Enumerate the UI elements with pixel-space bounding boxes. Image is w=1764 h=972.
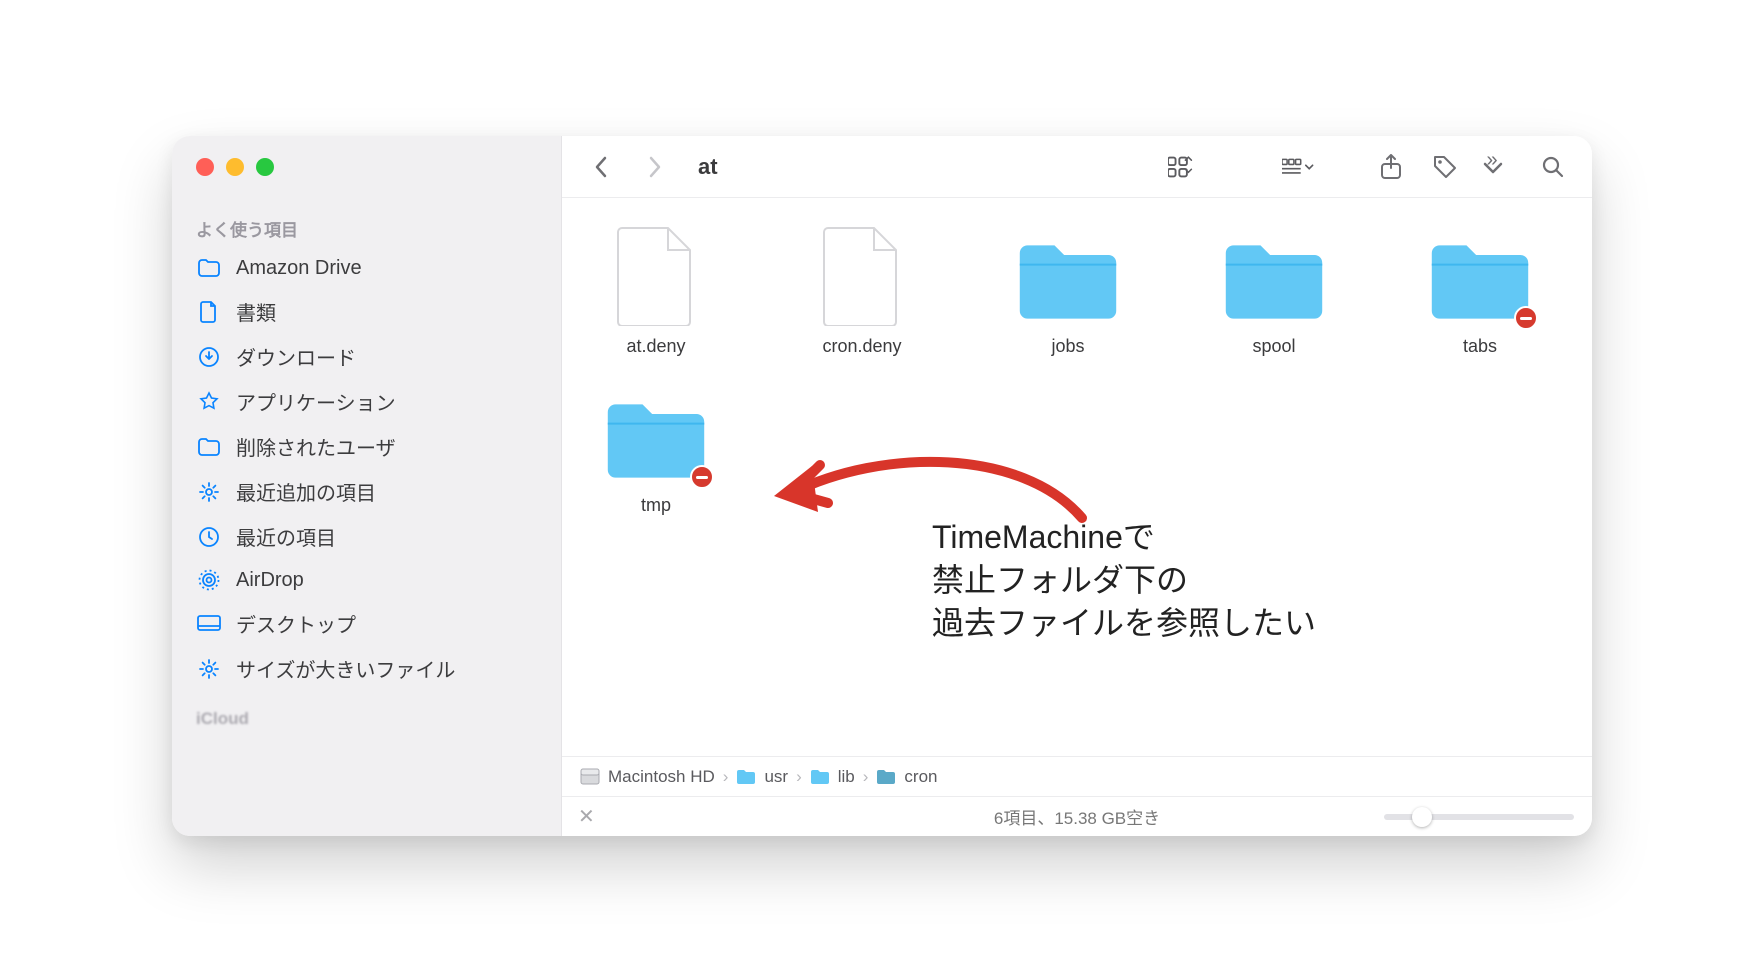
path-segment[interactable]: usr	[736, 767, 788, 787]
forward-button[interactable]	[638, 150, 672, 184]
folder-icon	[876, 769, 896, 785]
folder-icon	[196, 255, 222, 281]
path-label: usr	[764, 767, 788, 787]
slider-knob[interactable]	[1412, 807, 1432, 827]
finder-window: よく使う項目 Amazon Drive 書類 ダウンロード アプリケーション 削…	[172, 136, 1592, 836]
folder-icon	[196, 434, 222, 460]
sidebar-item[interactable]: Amazon Drive	[182, 247, 551, 289]
folder-item[interactable]: spool	[1204, 226, 1344, 357]
file-item[interactable]: at.deny	[586, 226, 726, 357]
document-icon	[196, 299, 222, 325]
applications-icon	[196, 389, 222, 415]
folder-item-restricted[interactable]: tabs	[1410, 226, 1550, 357]
icon-size-slider[interactable]	[1384, 814, 1574, 820]
path-label: Macintosh HD	[608, 767, 715, 787]
close-window-button[interactable]	[196, 158, 214, 176]
view-icon-mode-button[interactable]	[1168, 150, 1202, 184]
sidebar: よく使う項目 Amazon Drive 書類 ダウンロード アプリケーション 削…	[172, 136, 562, 836]
file-grid[interactable]: at.deny cron.deny jobs	[562, 198, 1592, 756]
folder-icon	[1220, 226, 1328, 326]
folder-item-restricted[interactable]: tmp	[586, 385, 726, 516]
gear-icon	[196, 479, 222, 505]
folder-item[interactable]: jobs	[998, 226, 1138, 357]
hide-pathbar-button[interactable]: ✕	[578, 804, 595, 829]
group-by-button[interactable]	[1282, 150, 1316, 184]
sidebar-item[interactable]: ダウンロード	[182, 334, 551, 379]
no-access-badge-icon	[1514, 306, 1538, 330]
search-button[interactable]	[1536, 150, 1570, 184]
annotation-line: TimeMachineで	[932, 519, 1155, 555]
path-label: lib	[838, 767, 855, 787]
sidebar-item-label: 最近の項目	[236, 522, 336, 551]
minimize-window-button[interactable]	[226, 158, 244, 176]
back-button[interactable]	[584, 150, 618, 184]
path-segment[interactable]: cron	[876, 767, 937, 787]
sidebar-section-favorites: よく使う項目	[172, 198, 561, 247]
sidebar-item-label: サイズが大きいファイル	[236, 654, 455, 683]
folder-icon	[602, 385, 710, 485]
desktop-icon	[196, 611, 222, 637]
folder-icon	[1014, 226, 1122, 326]
path-segment[interactable]: lib	[810, 767, 855, 787]
path-bar[interactable]: Macintosh HD › usr › lib › cron	[562, 756, 1592, 796]
sidebar-item[interactable]: アプリケーション	[182, 379, 551, 424]
folder-icon	[810, 769, 830, 785]
toolbar: at »	[562, 136, 1592, 198]
file-name: at.deny	[626, 336, 685, 357]
sidebar-favorites-list: Amazon Drive 書類 ダウンロード アプリケーション 削除されたユーザ…	[172, 247, 561, 691]
zoom-window-button[interactable]	[256, 158, 274, 176]
sidebar-item[interactable]: デスクトップ	[182, 601, 551, 646]
window-title: at	[698, 154, 718, 180]
path-label: cron	[904, 767, 937, 787]
sidebar-item-label: デスクトップ	[236, 609, 356, 638]
no-access-badge-icon	[690, 465, 714, 489]
clock-icon	[196, 524, 222, 550]
sidebar-item-label: 最近追加の項目	[236, 477, 376, 506]
sidebar-item-label: アプリケーション	[236, 387, 396, 416]
sidebar-item[interactable]: 最近の項目	[182, 514, 551, 559]
annotation-line: 過去ファイルを参照したい	[932, 605, 1316, 641]
gear-icon	[196, 656, 222, 682]
download-icon	[196, 344, 222, 370]
sidebar-item-label: AirDrop	[236, 569, 304, 592]
tags-button[interactable]	[1428, 150, 1462, 184]
sidebar-item[interactable]: 削除されたユーザ	[182, 424, 551, 469]
folder-name: jobs	[1051, 336, 1084, 357]
file-icon	[602, 226, 710, 326]
annotation-line: 禁止フォルダ下の	[932, 562, 1188, 598]
airdrop-icon	[196, 567, 222, 593]
sidebar-item[interactable]: AirDrop	[182, 559, 551, 601]
more-toolbar-button[interactable]: »	[1482, 150, 1516, 184]
main-panel: at » at.deny	[562, 136, 1592, 836]
folder-icon	[736, 769, 756, 785]
folder-icon	[1426, 226, 1534, 326]
sidebar-item[interactable]: 最近追加の項目	[182, 469, 551, 514]
status-text: 6項目、15.38 GB空き	[994, 804, 1160, 829]
disk-icon	[580, 768, 600, 786]
status-bar: ✕ 6項目、15.38 GB空き	[562, 796, 1592, 836]
sidebar-item[interactable]: サイズが大きいファイル	[182, 646, 551, 691]
sidebar-item-label: ダウンロード	[236, 342, 356, 371]
sidebar-item-label: 削除されたユーザ	[236, 432, 396, 461]
file-icon	[808, 226, 916, 326]
sidebar-section-icloud: iCloud	[172, 691, 561, 735]
folder-name: spool	[1252, 336, 1295, 357]
window-controls	[172, 136, 561, 198]
file-name: cron.deny	[822, 336, 901, 357]
sidebar-item-label: 書類	[236, 297, 276, 326]
sidebar-item[interactable]: 書類	[182, 289, 551, 334]
path-segment[interactable]: Macintosh HD	[580, 767, 715, 787]
share-button[interactable]	[1374, 150, 1408, 184]
sidebar-item-label: Amazon Drive	[236, 257, 362, 280]
folder-name: tabs	[1463, 336, 1497, 357]
folder-name: tmp	[641, 495, 671, 516]
file-item[interactable]: cron.deny	[792, 226, 932, 357]
